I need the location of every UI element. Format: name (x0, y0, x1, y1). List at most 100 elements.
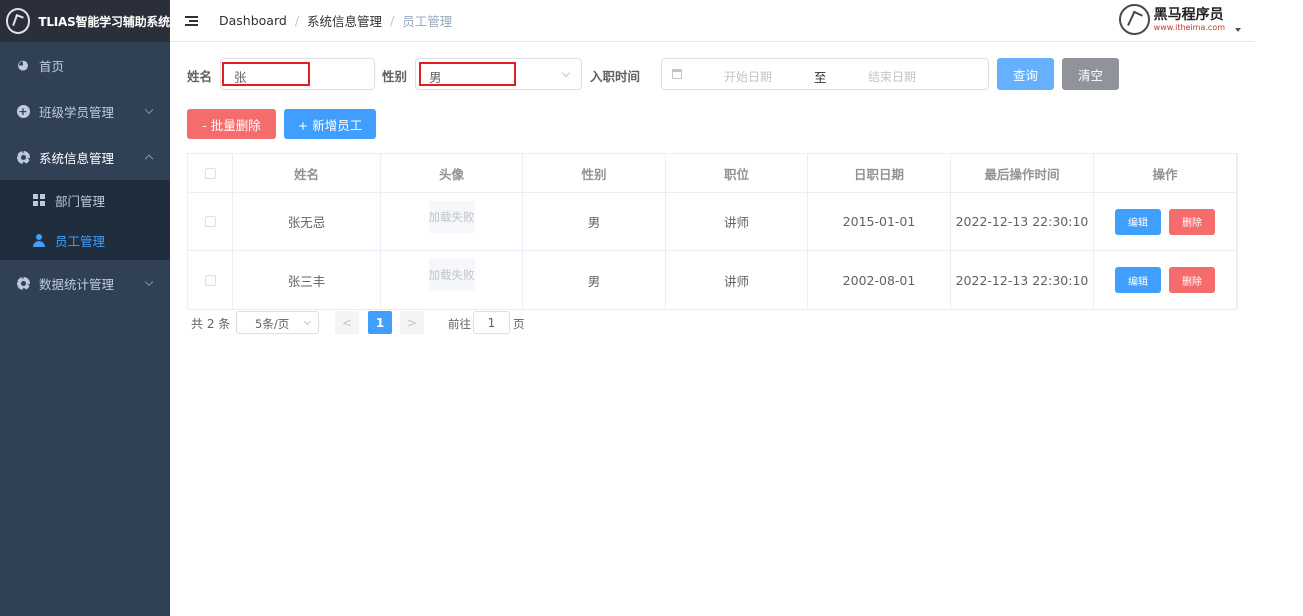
header-job: 职位 (666, 154, 808, 192)
sidebar-item-home[interactable]: ◕ 首页 (0, 42, 170, 88)
prev-page-button[interactable]: < (335, 311, 359, 334)
chevron-down-icon (144, 277, 154, 287)
page-number-1[interactable]: 1 (368, 311, 392, 334)
row-checkbox[interactable] (204, 274, 216, 286)
cell-entry-date: 2015-01-01 (808, 193, 951, 250)
page-size-value: 5条/页 (255, 317, 290, 331)
row-select-cell (188, 251, 233, 309)
row-select-cell (188, 193, 233, 250)
submenu-system-info: 部门管理 员工管理 (0, 180, 170, 260)
brand-logo-icon (1118, 4, 1150, 35)
highlight-box (419, 62, 516, 86)
brand-name: 黑马程序员 (1153, 6, 1224, 23)
header-select-cell (188, 154, 233, 192)
menu-toggle-icon[interactable] (185, 15, 198, 27)
page-size-select[interactable]: 5条/页 (236, 311, 319, 334)
header-update-time: 最后操作时间 (951, 154, 1094, 192)
header-avatar: 头像 (381, 154, 523, 192)
goto-prefix: 前往 (448, 317, 471, 331)
batch-delete-button[interactable]: - 批量删除 (187, 109, 276, 139)
caret-down-icon (1235, 28, 1241, 32)
entry-date-label: 入职时间 (590, 69, 641, 84)
sidebar-item-label: 班级学员管理 (39, 104, 115, 120)
plus-circle-icon: + (16, 104, 30, 118)
brand-url: www.itheima.com (1153, 22, 1225, 32)
grid-icon (32, 193, 46, 207)
user-dropdown[interactable]: 黑马程序员 www.itheima.com (1118, 4, 1241, 35)
highlight-box (222, 62, 310, 86)
cell-avatar: 加载失败 (381, 193, 523, 250)
table-row: 张无忌 加载失败 男 讲师 2015-01-01 2022-12-13 22:3… (188, 193, 1237, 251)
name-label: 姓名 (187, 69, 213, 84)
sidebar-item-label: 首页 (39, 58, 65, 74)
cell-job: 讲师 (666, 251, 808, 309)
query-button[interactable]: 查询 (997, 58, 1054, 90)
cell-entry-date: 2002-08-01 (808, 251, 951, 309)
cell-avatar: 加载失败 (381, 251, 523, 309)
app-title: TLIAS智能学习辅助系统 (38, 14, 170, 29)
sidebar-item-label: 数据统计管理 (39, 276, 115, 292)
edit-button[interactable]: 编辑 (1115, 208, 1161, 235)
cell-update-time: 2022-12-13 22:30:10 (951, 193, 1094, 250)
sidebar-item-system-info[interactable]: 系统信息管理 (0, 134, 170, 180)
chevron-down-icon (303, 317, 312, 326)
sidebar-item-statistics[interactable]: 数据统计管理 (0, 260, 170, 306)
header-name: 姓名 (233, 154, 381, 192)
cell-update-time: 2022-12-13 22:30:10 (951, 251, 1094, 309)
sidebar-item-dept[interactable]: 部门管理 (0, 180, 170, 220)
gear-icon (16, 276, 30, 290)
user-icon (32, 233, 46, 247)
breadcrumb-item-system[interactable]: 系统信息管理 (307, 11, 382, 30)
table-header-row: 姓名 头像 性别 职位 日职日期 最后操作时间 操作 (188, 154, 1237, 193)
range-separator: 至 (814, 70, 827, 85)
table-row: 张三丰 加载失败 男 讲师 2002-08-01 2022-12-13 22:3… (188, 251, 1237, 309)
goto-page-input[interactable]: 1 (473, 311, 510, 334)
clear-button[interactable]: 清空 (1062, 58, 1119, 90)
sidebar-item-label: 员工管理 (55, 233, 106, 249)
cell-gender: 男 (523, 193, 666, 250)
sidebar-item-class-student[interactable]: + 班级学员管理 (0, 88, 170, 134)
sidebar: TLIAS智能学习辅助系统 ◕ 首页 + 班级学员管理 系统信息管理 部门管理 … (0, 0, 170, 616)
sidebar-item-label: 部门管理 (55, 193, 106, 209)
calendar-icon (672, 69, 682, 79)
cell-operations: 编辑 删除 (1094, 193, 1237, 250)
cell-operations: 编辑 删除 (1094, 251, 1237, 309)
delete-button[interactable]: 删除 (1169, 267, 1215, 293)
brand: TLIAS智能学习辅助系统 (0, 0, 170, 42)
sidebar-item-label: 系统信息管理 (39, 150, 115, 166)
cell-job: 讲师 (666, 193, 808, 250)
select-all-checkbox[interactable] (204, 167, 216, 179)
logo-icon (6, 8, 31, 34)
breadcrumb-item-current: 员工管理 (402, 14, 453, 29)
breadcrumb-separator: / (294, 13, 300, 28)
cell-name: 张无忌 (233, 193, 381, 250)
header-operation: 操作 (1094, 154, 1237, 192)
header-entry-date: 日职日期 (808, 154, 951, 192)
chevron-down-icon (561, 68, 571, 78)
avatar-image-failed: 加载失败 (428, 259, 475, 291)
row-checkbox[interactable] (204, 216, 216, 227)
cell-gender: 男 (523, 251, 666, 309)
header-gender: 性别 (523, 154, 666, 192)
employee-table: 姓名 头像 性别 职位 日职日期 最后操作时间 操作 张无忌 加载失败 男 讲师… (187, 153, 1238, 310)
dashboard-icon: ◕ (17, 57, 29, 73)
gender-label: 性别 (382, 69, 408, 84)
breadcrumb: Dashboard / 系统信息管理 / 员工管理 (219, 11, 452, 30)
end-date-input[interactable]: 结束日期 (868, 68, 916, 85)
start-date-input[interactable]: 开始日期 (724, 68, 772, 85)
add-employee-button[interactable]: + 新增员工 (284, 109, 376, 139)
delete-button[interactable]: 删除 (1169, 208, 1215, 235)
breadcrumb-item-dashboard[interactable]: Dashboard (219, 13, 287, 28)
sidebar-item-emp[interactable]: 员工管理 (0, 220, 170, 260)
top-header: Dashboard / 系统信息管理 / 员工管理 黑马程序员 www.ithe… (170, 0, 1255, 42)
edit-button[interactable]: 编辑 (1115, 267, 1161, 293)
pagination-total: 共 2 条 (191, 317, 231, 331)
breadcrumb-separator: / (390, 13, 395, 28)
chevron-down-icon (144, 105, 154, 115)
gear-icon (16, 150, 30, 164)
chevron-up-icon (144, 154, 154, 164)
avatar-image-failed: 加载失败 (428, 200, 475, 233)
next-page-button[interactable]: > (400, 311, 424, 334)
date-range-picker[interactable]: 开始日期 至 结束日期 (661, 58, 989, 90)
cell-name: 张三丰 (233, 251, 381, 309)
